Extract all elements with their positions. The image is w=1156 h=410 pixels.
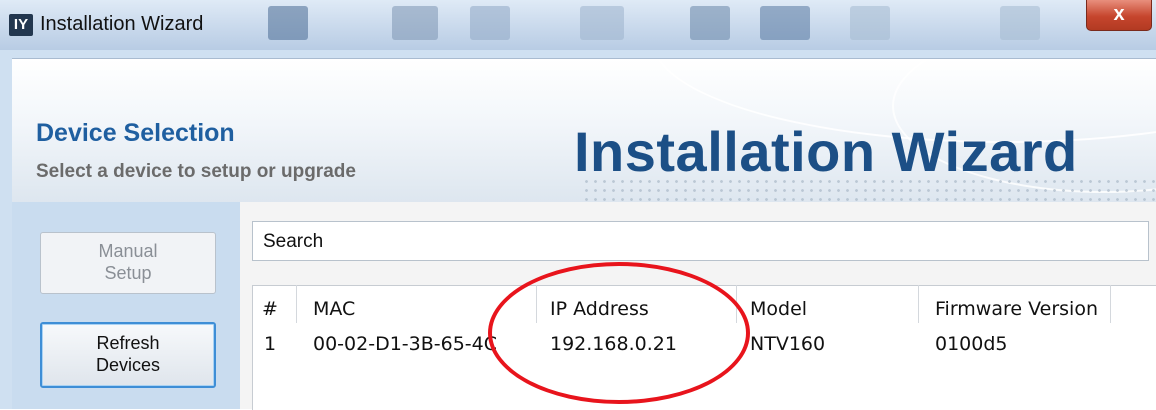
close-icon: x: [1113, 3, 1125, 25]
refresh-devices-button[interactable]: Refresh Devices: [40, 322, 216, 388]
column-header-firmware-version[interactable]: Firmware Version: [935, 285, 1098, 323]
left-panel: Manual Setup Refresh Devices: [12, 202, 240, 409]
header-banner: Device Selection Select a device to setu…: [12, 58, 1156, 203]
column-header-model[interactable]: Model: [750, 285, 807, 323]
column-header-mac[interactable]: MAC: [313, 285, 355, 323]
window-title: Installation Wizard: [40, 13, 204, 35]
section-subtitle: Select a device to setup or upgrade: [36, 161, 356, 182]
brand-title: Installation Wizard: [574, 120, 1078, 183]
app-icon: IY: [9, 14, 33, 36]
cell-model: NTV160: [750, 333, 826, 355]
highlight-circle: [488, 262, 750, 404]
search-label: Search: [263, 231, 324, 252]
title-bar: IY Installation Wizard x: [0, 0, 1156, 50]
column-header-number[interactable]: #: [262, 285, 278, 323]
cell-number: 1: [264, 333, 277, 355]
manual-setup-button[interactable]: Manual Setup: [40, 232, 216, 294]
search-input[interactable]: Search: [252, 221, 1149, 261]
cell-mac: 00-02-D1-3B-65-4C: [313, 333, 496, 355]
close-button[interactable]: x: [1086, 0, 1152, 31]
cell-firmware-version: 0100d5: [935, 333, 1008, 355]
section-title: Device Selection: [36, 119, 235, 147]
